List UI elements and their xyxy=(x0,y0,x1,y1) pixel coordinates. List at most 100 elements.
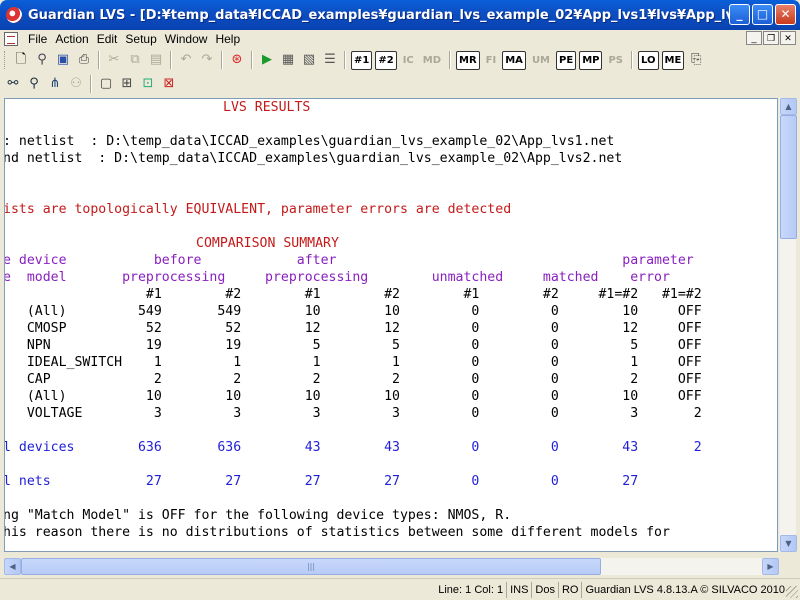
mdi-minimize-button[interactable]: _ xyxy=(746,31,762,45)
undo-icon[interactable]: ↶ xyxy=(177,51,195,69)
highlight-icon[interactable]: ⊠ xyxy=(160,75,178,93)
separator xyxy=(344,51,346,69)
new-file-icon[interactable]: 🗋 xyxy=(12,51,30,69)
device-icon[interactable]: ⊞ xyxy=(118,75,136,93)
hierarchy-icon[interactable]: ⚯ xyxy=(4,75,22,93)
toolbar-grip[interactable] xyxy=(4,51,7,69)
note-line-1: ng "Match Model" is OFF for the followin… xyxy=(4,508,512,523)
separator xyxy=(221,51,223,69)
table-row: (All) 10 10 10 10 0 0 10 OFF xyxy=(4,389,702,404)
netlist-icon[interactable]: ▧ xyxy=(300,51,318,69)
redo-icon[interactable]: ↷ xyxy=(198,51,216,69)
tree-icon[interactable]: ⚲ xyxy=(25,75,43,93)
menu-help[interactable]: Help xyxy=(211,32,244,46)
read-only-indicator: RO xyxy=(557,581,582,598)
me-button[interactable]: ME xyxy=(661,50,685,70)
version-info: Guardian LVS 4.8.13.A © SILVACO 2010 xyxy=(581,581,788,598)
mdi-controls: _ ❐ ✕ xyxy=(746,31,796,45)
menu-action[interactable]: Action xyxy=(51,32,92,46)
print-icon[interactable]: ⎙ xyxy=(75,51,93,69)
toolbar-main: 🗋 ⚲ ▣ ⎙ ✂ ⧉ ▤ ↶ ↷ ⊛ ▶ ▦ ▧ ☰ #1 #2 IC MD … xyxy=(0,48,800,72)
cut-icon[interactable]: ✂ xyxy=(105,51,123,69)
mdi-close-button[interactable]: ✕ xyxy=(780,31,796,45)
run-icon[interactable]: ▶ xyxy=(258,51,276,69)
table-row: CAP 2 2 2 2 0 0 2 OFF xyxy=(4,372,702,387)
scroll-right-button[interactable]: ▶ xyxy=(762,558,779,575)
scroll-up-button[interactable]: ▲ xyxy=(780,98,797,115)
netlist1-button[interactable]: #1 xyxy=(351,50,373,70)
log-text: LVS RESULTS : netlist : D:\temp_data\ICC… xyxy=(4,99,777,551)
ps-button[interactable]: PS xyxy=(605,51,626,70)
component-icon[interactable]: ⊡ xyxy=(139,75,157,93)
vertical-scrollbar[interactable]: ▲ ▼ xyxy=(779,98,797,552)
menu-file[interactable]: File xyxy=(24,32,51,46)
separator xyxy=(251,51,253,69)
menu-edit[interactable]: Edit xyxy=(93,32,122,46)
cursor-position: Line: 1 Col: 1 xyxy=(438,583,504,596)
insert-mode: INS xyxy=(506,581,531,598)
table-row: (All) 549 549 10 10 0 0 10 OFF xyxy=(4,304,702,319)
vertical-scroll-thumb[interactable] xyxy=(780,115,797,239)
summary-title: COMPARISON SUMMARY xyxy=(196,236,339,251)
menu-bar: File Action Edit Setup Window Help _ ❐ ✕ xyxy=(0,30,800,48)
horizontal-scroll-thumb[interactable]: ||| xyxy=(21,558,601,575)
app-icon[interactable] xyxy=(6,7,22,23)
netlist1-line: : netlist : D:\temp_data\ICCAD_examples\… xyxy=(4,134,615,149)
scroll-down-button[interactable]: ▼ xyxy=(780,535,797,552)
menu-window[interactable]: Window xyxy=(161,32,212,46)
resize-grip[interactable] xyxy=(786,586,798,598)
note-line-2: his reason there is no distributions of … xyxy=(4,525,670,540)
separator xyxy=(90,75,92,93)
scroll-left-button[interactable]: ◀ xyxy=(4,558,21,575)
copy-icon[interactable]: ⧉ xyxy=(126,51,144,69)
net-icon[interactable]: ⋔ xyxy=(46,75,64,93)
toolbar-secondary: ⚯ ⚲ ⋔ ⚇ ▢ ⊞ ⊡ ⊠ xyxy=(0,72,800,96)
status-bar: Line: 1 Col: 1 INS Dos RO Guardian LVS 4… xyxy=(0,578,800,600)
pe-button[interactable]: PE xyxy=(556,50,577,70)
nets-total-row: l nets 27 27 27 27 0 0 27 xyxy=(4,474,639,489)
help-icon[interactable]: ⊛ xyxy=(228,51,246,69)
title-bar[interactable]: Guardian LVS - [D:¥temp_data¥ICCAD_examp… xyxy=(0,0,800,30)
table-row: CMOSP 52 52 12 12 0 0 12 OFF xyxy=(4,321,702,336)
close-button[interactable]: ✕ xyxy=(775,4,796,25)
menu-setup[interactable]: Setup xyxy=(121,32,160,46)
minimize-button[interactable]: _ xyxy=(729,4,750,25)
mp-button[interactable]: MP xyxy=(579,50,603,70)
paste-icon[interactable]: ▤ xyxy=(147,51,165,69)
fi-button[interactable]: FI xyxy=(483,51,500,70)
table-header-1: e device before after parameter xyxy=(4,253,694,268)
separator xyxy=(170,51,172,69)
devices-total-row: l devices 636 636 43 43 0 0 43 2 xyxy=(4,440,702,455)
ic-button[interactable]: IC xyxy=(400,51,417,70)
window-title: Guardian LVS - [D:¥temp_data¥ICCAD_examp… xyxy=(28,7,736,23)
table-row: NPN 19 19 5 5 0 0 5 OFF xyxy=(4,338,702,353)
layout-icon[interactable]: ▦ xyxy=(279,51,297,69)
table-row: IDEAL_SWITCH 1 1 1 1 0 0 1 OFF xyxy=(4,355,702,370)
maximize-button[interactable]: □ xyxy=(752,4,773,25)
document-icon[interactable] xyxy=(4,32,18,46)
separator xyxy=(631,51,633,69)
separator xyxy=(98,51,100,69)
window-controls: _ □ ✕ xyxy=(729,4,796,25)
netlist2-button[interactable]: #2 xyxy=(375,50,397,70)
md-button[interactable]: MD xyxy=(420,51,444,70)
log-text-area[interactable]: LVS RESULTS : netlist : D:\temp_data\ICC… xyxy=(4,98,778,552)
probe-icon[interactable]: ⚇ xyxy=(67,75,85,93)
equivalence-line: ists are topologically EQUIVALENT, param… xyxy=(4,202,512,217)
cell-icon[interactable]: ▢ xyxy=(97,75,115,93)
report-icon[interactable]: ⎘ xyxy=(687,51,705,69)
lo-button[interactable]: LO xyxy=(638,50,659,70)
um-button[interactable]: UM xyxy=(529,51,553,70)
list-icon[interactable]: ☰ xyxy=(321,51,339,69)
table-row: VOLTAGE 3 3 3 3 0 0 3 2 xyxy=(4,406,702,421)
mr-button[interactable]: MR xyxy=(456,50,480,70)
find-icon[interactable]: ⚲ xyxy=(33,51,51,69)
table-header-2: e model preprocessing preprocessing unma… xyxy=(4,270,670,285)
mdi-restore-button[interactable]: ❐ xyxy=(763,31,779,45)
ma-button[interactable]: MA xyxy=(502,50,526,70)
save-icon[interactable]: ▣ xyxy=(54,51,72,69)
report-heading: LVS RESULTS xyxy=(223,100,311,115)
horizontal-scrollbar[interactable]: ◀ ||| ▶ xyxy=(4,558,779,575)
separator xyxy=(449,51,452,69)
line-ending: Dos xyxy=(531,581,558,598)
